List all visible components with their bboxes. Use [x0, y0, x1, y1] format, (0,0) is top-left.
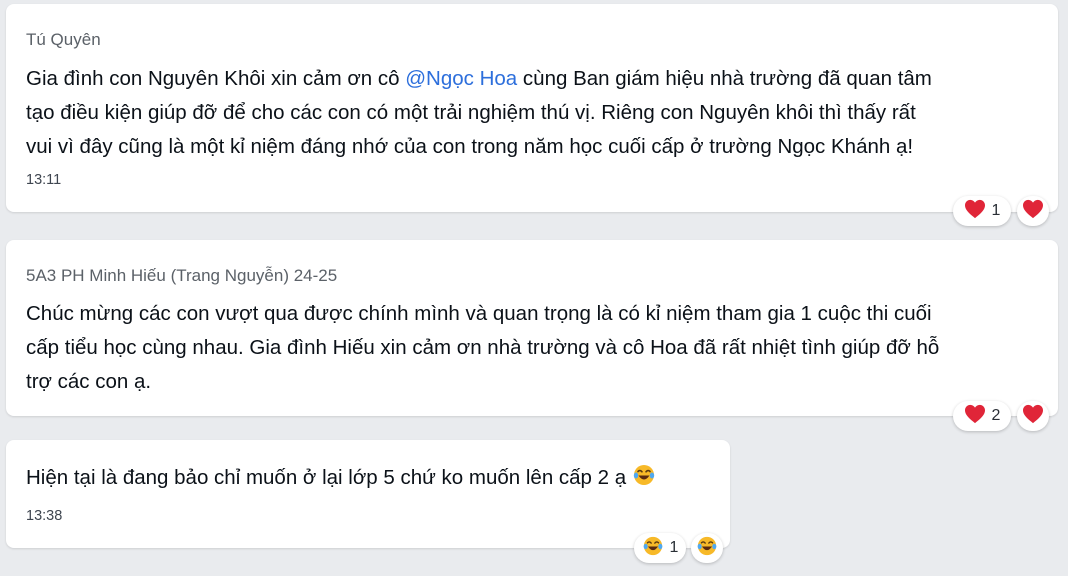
message-timestamp: 13:11 — [26, 172, 62, 188]
reaction-summary[interactable]: 1 — [634, 533, 686, 563]
message-line: vui vì đây cũng là một kỉ niệm đáng nhớ … — [26, 135, 914, 158]
message-text: Chúc mừng các con vượt qua được chính mì… — [26, 297, 939, 399]
mention-link[interactable]: @Ngọc Hoa — [405, 67, 517, 90]
heart-icon — [1022, 199, 1044, 224]
sender-name: 5A3 PH Minh Hiếu (Trang Nguyễn) 24-25 — [26, 266, 338, 285]
quick-react-button[interactable] — [691, 533, 723, 563]
reaction-summary[interactable]: 2 — [953, 401, 1011, 431]
message-bubble[interactable]: Hiện tại là đang bảo chỉ muốn ở lại lớp … — [6, 440, 730, 548]
message-line: tạo điều kiện giúp đỡ để cho các con có … — [26, 101, 916, 124]
laughing-crying-icon — [642, 535, 664, 562]
message-line: Chúc mừng các con vượt qua được chính mì… — [26, 302, 932, 325]
quick-react-button[interactable] — [1017, 196, 1049, 226]
reaction-count: 1 — [669, 539, 679, 556]
reaction-summary[interactable]: 1 — [953, 196, 1011, 226]
message-line: cấp tiểu học cùng nhau. Gia đình Hiếu xi… — [26, 336, 940, 359]
heart-icon — [1022, 404, 1044, 429]
laughing-tears-emoji — [632, 463, 656, 498]
heart-icon — [964, 404, 986, 429]
reaction-count: 1 — [991, 202, 1001, 219]
message-text: Hiện tại là đang bảo chỉ muốn ở lại lớp … — [26, 461, 656, 498]
message-bubble[interactable]: Tú Quyên Gia đình con Nguyên Khôi xin cả… — [6, 4, 1058, 212]
message-line: trợ các con ạ. — [26, 370, 152, 393]
sender-name: Tú Quyên — [26, 30, 101, 49]
quick-react-button[interactable] — [1017, 401, 1049, 431]
message-timestamp: 13:38 — [26, 508, 63, 524]
heart-icon — [964, 199, 986, 224]
message-bubble[interactable]: 5A3 PH Minh Hiếu (Trang Nguyễn) 24-25 Ch… — [6, 240, 1058, 416]
message-text: Gia đình con Nguyên Khôi xin cảm ơn cô @… — [26, 62, 932, 164]
message-line: Gia đình con Nguyên Khôi xin cảm ơn cô @… — [26, 67, 932, 90]
reaction-count: 2 — [991, 407, 1001, 424]
laughing-crying-icon — [696, 535, 718, 562]
message-line: Hiện tại là đang bảo chỉ muốn ở lại lớp … — [26, 466, 627, 489]
